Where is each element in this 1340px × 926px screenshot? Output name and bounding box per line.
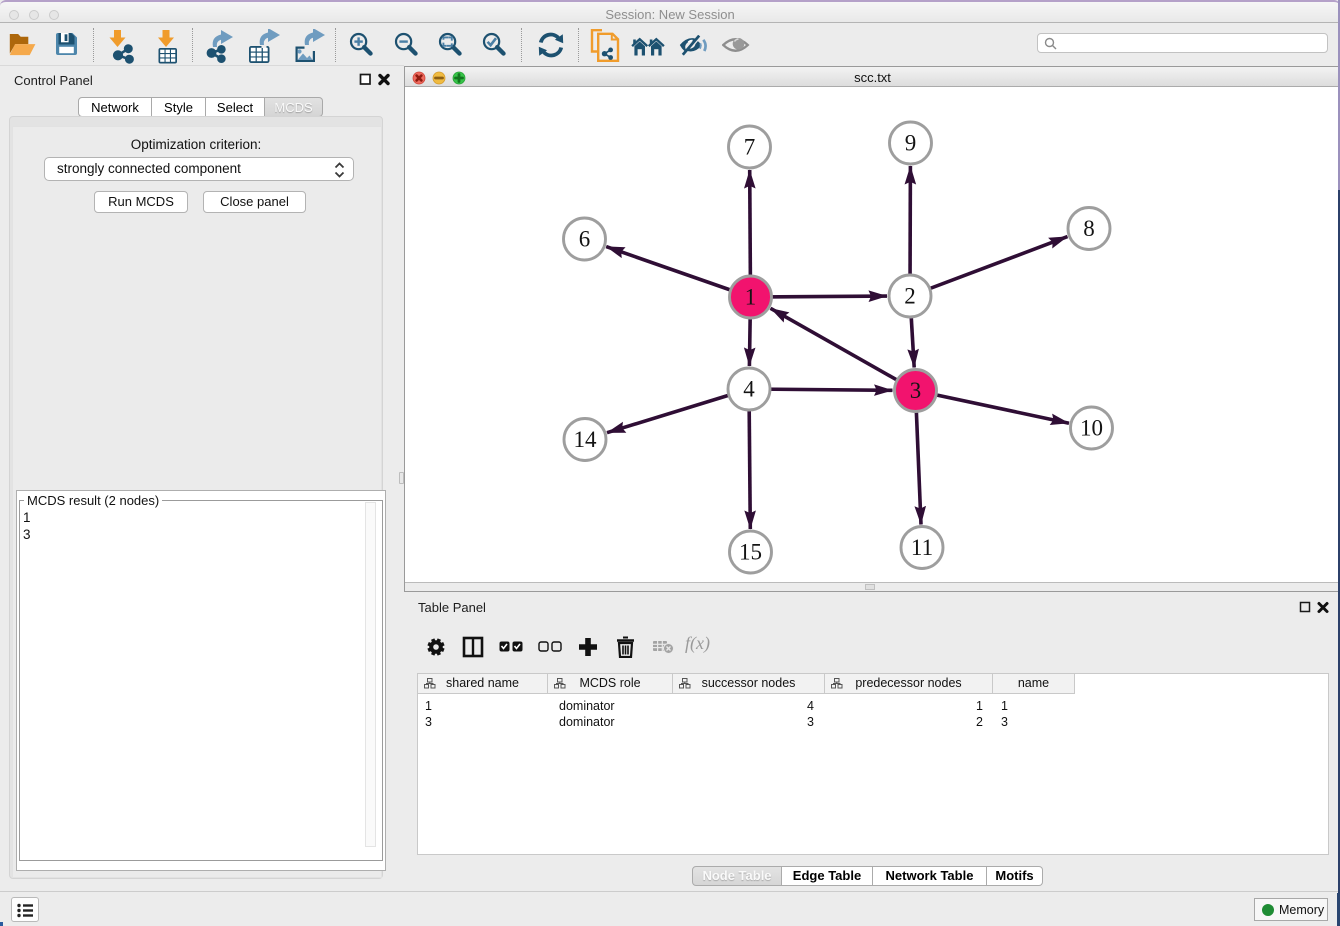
svg-text:6: 6 <box>579 227 591 252</box>
svg-text:3: 3 <box>910 378 922 403</box>
svg-text:10: 10 <box>1080 416 1103 441</box>
svg-text:9: 9 <box>905 131 917 156</box>
svg-text:2: 2 <box>904 284 916 309</box>
svg-text:14: 14 <box>574 427 598 452</box>
svg-text:8: 8 <box>1083 216 1095 241</box>
svg-text:15: 15 <box>739 540 762 565</box>
svg-text:4: 4 <box>743 377 755 402</box>
svg-text:1: 1 <box>745 285 757 310</box>
svg-text:7: 7 <box>744 135 756 160</box>
svg-text:11: 11 <box>911 535 933 560</box>
